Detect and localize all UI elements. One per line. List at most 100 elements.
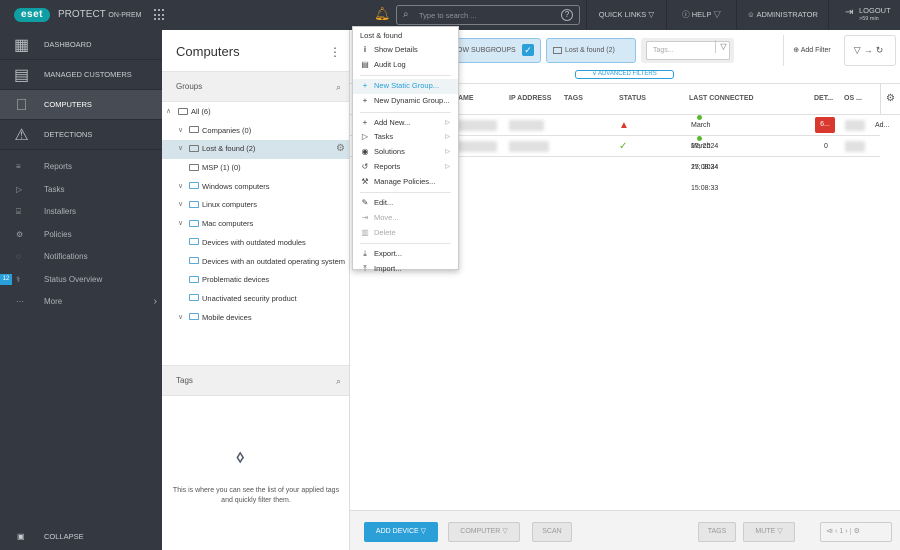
sidebar-item-dashboard[interactable]: ▦ DASHBOARD — [0, 30, 162, 60]
arrow-right-circle-icon[interactable]: → — [864, 45, 876, 55]
group-filter-chip[interactable]: Lost & found (2) — [546, 38, 636, 63]
column-detections[interactable]: DET... — [814, 84, 833, 114]
chevron-down-icon: ▽ — [777, 528, 783, 535]
column-status[interactable]: STATUS — [619, 84, 646, 114]
menu-item-manage-policies[interactable]: ⚒ Manage Policies... — [353, 175, 458, 190]
sidebar-item-notifications[interactable]: ◌ Notifications — [0, 246, 162, 269]
tags-label: TAGS — [707, 528, 727, 535]
collapse-button[interactable]: ▣ COLLAPSE — [0, 524, 162, 550]
add-filter-button[interactable]: ⊕ Add Filter — [783, 35, 840, 66]
search-icon[interactable]: ⌕ — [336, 366, 341, 396]
notifications-icon: ◌ — [16, 252, 21, 261]
folder-icon — [189, 144, 199, 152]
tags-button[interactable]: TAGS — [698, 522, 736, 542]
column-ip-address[interactable]: IP ADDRESS — [509, 84, 551, 114]
add-device-button[interactable]: ADD DEVICE ▽ — [364, 522, 438, 542]
filter-icon[interactable]: ▽ — [854, 45, 864, 55]
kebab-menu-icon[interactable]: ⋮ — [329, 30, 341, 74]
chevron-down-icon[interactable]: ∨ — [178, 215, 183, 234]
tree-item-mobile-devices[interactable]: ∨ Mobile devices — [162, 309, 349, 328]
menu-item-new-static-group[interactable]: + New Static Group... — [353, 79, 458, 95]
show-subgroups-toggle[interactable]: OW SUBGROUPS ✓ — [448, 38, 541, 63]
sidebar-item-label: MANAGED CUSTOMERS — [44, 70, 132, 79]
help-circle-icon[interactable]: ? — [561, 9, 573, 21]
sidebar-item-computers[interactable]: ⎕ COMPUTERS — [0, 90, 162, 120]
page-settings-icon[interactable]: ⚙ — [849, 528, 862, 535]
tree-item-unactivated-product[interactable]: Unactivated security product — [162, 290, 349, 309]
menu-item-edit[interactable]: ✎ Edit... — [353, 196, 458, 211]
sidebar-item-more[interactable]: ⋯ More › — [0, 291, 162, 314]
first-page-icon[interactable]: ⧏ — [826, 528, 835, 535]
help-menu[interactable]: ⓘ HELP ▽ — [666, 0, 736, 30]
sidebar-item-tasks[interactable]: ▷ Tasks — [0, 179, 162, 202]
product-suffix: ON-PREM — [108, 12, 142, 19]
menu-item-add-new[interactable]: + Add New... ▷ — [353, 116, 458, 131]
chevron-down-icon[interactable]: ∨ — [178, 196, 183, 215]
move-icon: ⇥ — [361, 212, 369, 222]
tree-item-companies[interactable]: ∨ Companies (0) — [162, 122, 349, 141]
sidebar-item-reports[interactable]: ≡ Reports — [0, 156, 162, 179]
column-os[interactable]: OS ... — [844, 84, 862, 114]
menu-item-audit-log[interactable]: ▤ Audit Log — [353, 58, 458, 73]
tree-item-windows-computers[interactable]: ∨ Windows computers — [162, 178, 349, 197]
sidebar-item-label: Status Overview — [44, 274, 103, 284]
trash-icon: ▥ — [361, 227, 369, 237]
mute-button[interactable]: MUTE ▽ — [743, 522, 795, 542]
tree-item-all[interactable]: ∧ All (6) — [162, 103, 349, 122]
tree-item-lost-and-found[interactable]: ∨ Lost & found (2) ⚙ — [162, 140, 349, 160]
scan-button[interactable]: SCAN — [532, 522, 572, 542]
chevron-up-icon[interactable]: ∧ — [166, 103, 171, 122]
computer-button[interactable]: COMPUTER ▽ — [448, 522, 520, 542]
column-settings-icon[interactable]: ⚙ — [880, 84, 900, 114]
search-icon[interactable]: ⌕ — [336, 72, 341, 102]
column-last-connected[interactable]: LAST CONNECTED — [689, 84, 754, 114]
sidebar-item-label: Tasks — [44, 184, 65, 194]
menu-item-show-details[interactable]: i Show Details — [353, 43, 458, 58]
sidebar-item-installers[interactable]: ⌸ Installers — [0, 201, 162, 224]
menu-item-tasks[interactable]: ▷ Tasks ▷ — [353, 130, 458, 145]
chevron-down-icon[interactable]: ∨ — [178, 140, 183, 159]
tree-item-linux-computers[interactable]: ∨ Linux computers — [162, 196, 349, 215]
menu-item-export[interactable]: ⤓ Export... — [353, 247, 458, 262]
tree-item-problematic-devices[interactable]: Problematic devices — [162, 271, 349, 290]
sidebar-item-label: Policies — [44, 229, 72, 239]
menu-item-reports[interactable]: ↺ Reports ▷ — [353, 160, 458, 175]
menu-item-import[interactable]: ⤒ Import... — [353, 262, 458, 277]
chevron-down-icon[interactable]: ∨ — [178, 178, 183, 197]
chevron-down-icon[interactable]: ∨ — [178, 309, 183, 328]
gear-icon[interactable]: ⚙ — [336, 140, 345, 159]
checkbox-checked-icon[interactable]: ✓ — [522, 44, 534, 56]
submenu-arrow-icon: ▷ — [445, 163, 450, 170]
app-grid-icon[interactable] — [154, 9, 166, 21]
chevron-down-icon[interactable]: ∨ — [178, 122, 183, 141]
quick-links-menu[interactable]: QUICK LINKS ▽ — [586, 0, 666, 30]
user-menu[interactable]: ☺ ADMINISTRATOR — [736, 0, 828, 30]
menu-item-solutions[interactable]: ◉ Solutions ▷ — [353, 145, 458, 160]
column-tags[interactable]: TAGS — [564, 84, 583, 114]
chevron-down-icon[interactable]: ▽ — [715, 40, 731, 53]
advanced-filters-button[interactable]: ∨ ADVANCED FILTERS — [575, 70, 674, 79]
folder-icon — [189, 200, 199, 208]
column-name[interactable]: AME — [458, 84, 474, 114]
sidebar-item-detections[interactable]: ⚠ DETECTIONS — [0, 120, 162, 150]
search-icon: ⌕ — [403, 9, 409, 20]
detections-badge[interactable]: 6... — [815, 117, 835, 133]
row-extra-text: Ad... — [875, 122, 890, 129]
sidebar-item-policies[interactable]: ⚙ Policies — [0, 224, 162, 247]
menu-item-new-dynamic-group[interactable]: + New Dynamic Group... — [353, 94, 458, 109]
next-page-icon[interactable]: › — [845, 528, 849, 535]
logout-button[interactable]: ⇥ LOGOUT >59 min — [828, 0, 900, 30]
tree-item-label: Mac computers — [202, 219, 254, 229]
notification-bell-icon[interactable]: 🔔︎ — [374, 6, 391, 22]
stethoscope-icon: ⚕ — [16, 274, 21, 284]
sidebar-item-status-overview[interactable]: 12 ⚕ Status Overview — [0, 269, 162, 292]
search-input[interactable]: ⌕ Type to search ... ? — [396, 5, 580, 25]
tree-item-outdated-os[interactable]: Devices with an outdated operating syste… — [162, 253, 349, 272]
tree-item-mac-computers[interactable]: ∨ Mac computers — [162, 215, 349, 234]
refresh-icon[interactable]: ↻ — [876, 45, 887, 55]
logout-icon: ⇥ — [845, 7, 854, 18]
tree-item-msp[interactable]: MSP (1) (0) — [162, 159, 349, 178]
tree-item-outdated-modules[interactable]: Devices with outdated modules — [162, 234, 349, 253]
sidebar-item-managed-customers[interactable]: ▤ MANAGED CUSTOMERS — [0, 60, 162, 90]
ok-status-icon: ✓ — [619, 141, 628, 152]
